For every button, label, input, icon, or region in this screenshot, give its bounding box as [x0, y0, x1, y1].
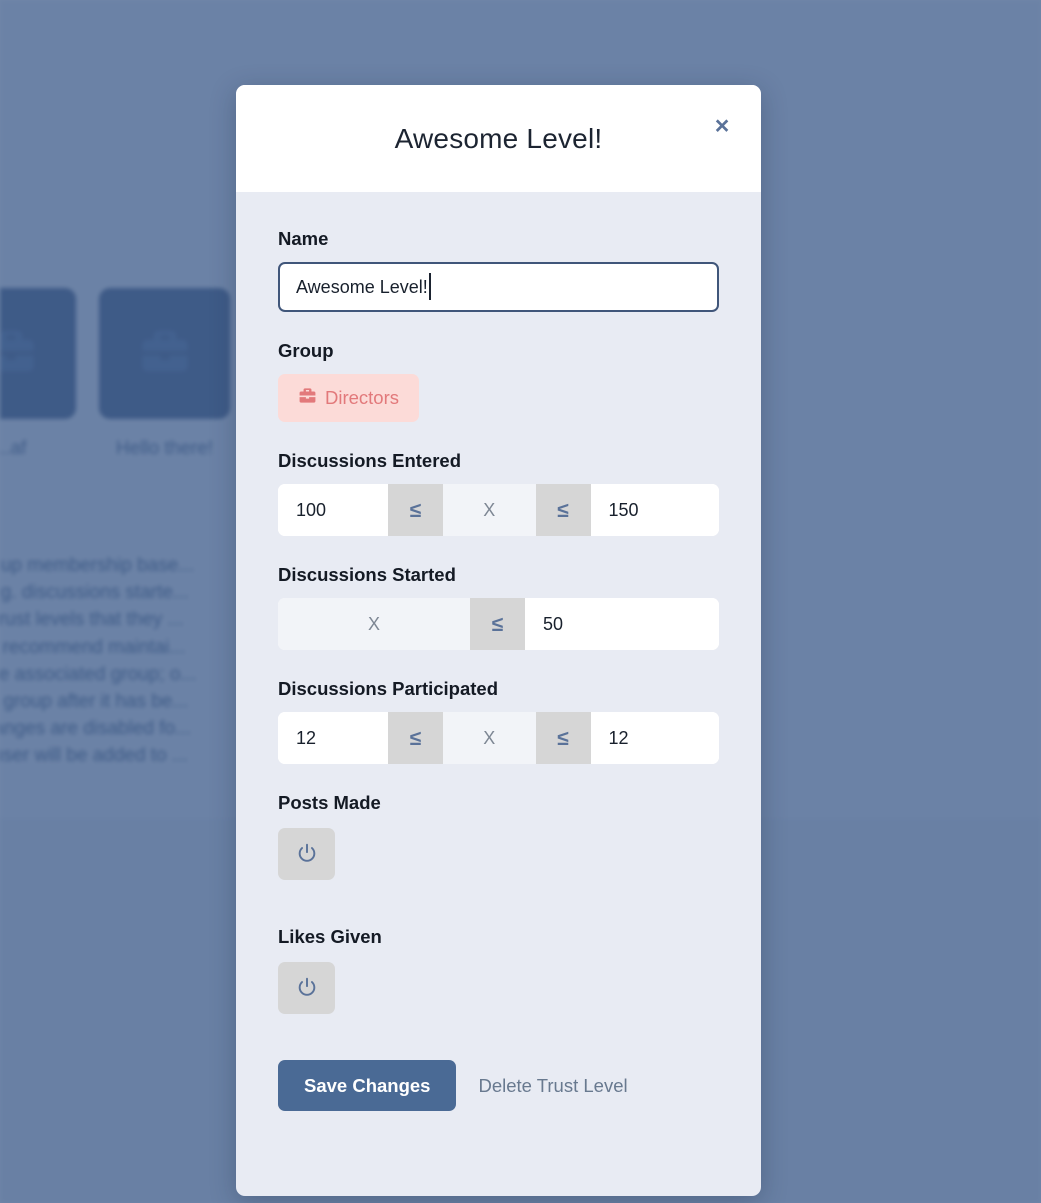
modal-actions: Save Changes Delete Trust Level	[278, 1060, 719, 1151]
range-max-input[interactable]	[525, 598, 719, 650]
group-label: Group	[278, 340, 334, 361]
range-group-discussions-started: Discussions Started X ≤	[278, 564, 719, 650]
range-group-discussions-participated: Discussions Participated ≤ X ≤	[278, 678, 719, 764]
text-caret	[429, 273, 431, 300]
save-changes-button[interactable]: Save Changes	[278, 1060, 457, 1111]
range-group-discussions-entered: Discussions Entered ≤ X ≤	[278, 450, 719, 536]
range-variable-label: X	[443, 712, 536, 764]
range-min-operator-button[interactable]: ≤	[388, 484, 443, 536]
range-min-operator-button[interactable]: ≤	[388, 712, 443, 764]
range-row: X ≤	[278, 598, 719, 650]
toggle-label: Likes Given	[278, 926, 382, 947]
power-icon	[296, 976, 318, 1001]
modal-header: Awesome Level! ×	[236, 85, 761, 192]
toggle-group-likes-given: Likes Given	[278, 926, 719, 1014]
name-label: Name	[278, 228, 329, 249]
range-row: ≤ X ≤	[278, 712, 719, 764]
range-row: ≤ X ≤	[278, 484, 719, 536]
toggle-group-posts-made: Posts Made	[278, 792, 719, 880]
range-max-input[interactable]	[590, 484, 719, 536]
close-icon[interactable]: ×	[708, 112, 736, 140]
group-field-group: Group Directors	[278, 340, 719, 422]
range-label: Discussions Participated	[278, 678, 499, 699]
posts-made-power-toggle[interactable]	[278, 828, 335, 880]
briefcase-icon	[298, 386, 317, 410]
delete-trust-level-button[interactable]: Delete Trust Level	[478, 1075, 627, 1097]
name-input-wrap	[278, 262, 719, 312]
power-icon	[296, 842, 318, 867]
range-max-input[interactable]	[590, 712, 719, 764]
modal-body: Name Group Directors Discussions Entered…	[236, 192, 761, 1151]
range-variable-label: X	[278, 598, 470, 650]
group-badge-label: Directors	[325, 387, 400, 408]
modal-title: Awesome Level!	[394, 122, 603, 154]
range-min-input[interactable]	[278, 712, 388, 764]
likes-given-power-toggle[interactable]	[278, 962, 335, 1014]
range-max-operator-button[interactable]: ≤	[535, 712, 591, 764]
range-max-operator-button[interactable]: ≤	[535, 484, 591, 536]
range-max-operator-button[interactable]: ≤	[470, 598, 525, 650]
trust-level-modal: Awesome Level! × Name Group Directors Di…	[236, 85, 761, 1196]
toggle-label: Posts Made	[278, 792, 381, 813]
range-min-input[interactable]	[278, 484, 388, 536]
name-field-group: Name	[278, 228, 719, 312]
group-badge-directors[interactable]: Directors	[278, 374, 420, 422]
range-label: Discussions Entered	[278, 450, 462, 471]
range-label: Discussions Started	[278, 564, 456, 585]
name-input[interactable]	[278, 262, 719, 312]
range-variable-label: X	[443, 484, 536, 536]
